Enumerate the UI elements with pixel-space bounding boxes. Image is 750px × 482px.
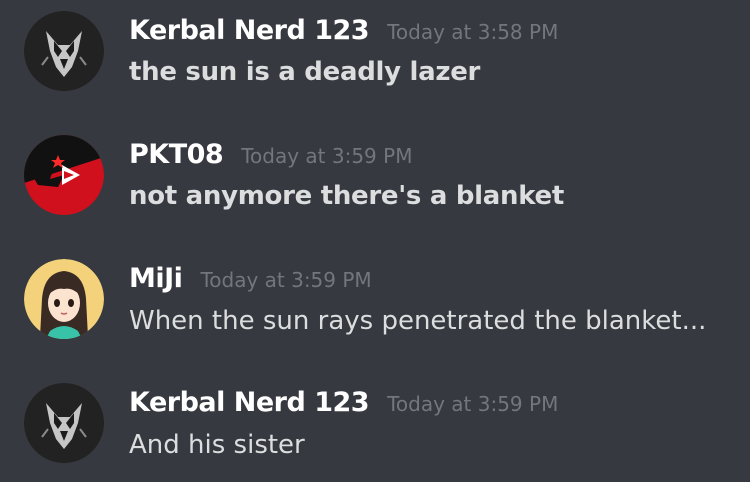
message-header: PKT08 Today at 3:59 PM	[129, 139, 412, 170]
message-text: the sun is a deadly lazer	[129, 57, 481, 87]
message-header: Kerbal Nerd 123 Today at 3:58 PM	[129, 15, 558, 46]
timestamp: Today at 3:59 PM	[387, 392, 559, 416]
avatar[interactable]	[24, 383, 104, 463]
chat-message: Kerbal Nerd 123 Today at 3:59 PM And his…	[0, 372, 750, 482]
timestamp: Today at 3:58 PM	[387, 20, 559, 44]
username[interactable]: Kerbal Nerd 123	[129, 15, 370, 46]
message-header: MiJi Today at 3:59 PM	[129, 263, 372, 294]
chat-message: MiJi Today at 3:59 PM When the sun rays …	[0, 248, 750, 358]
wolf-logo-icon	[24, 383, 104, 463]
avatar[interactable]	[24, 11, 104, 91]
message-header: Kerbal Nerd 123 Today at 3:59 PM	[129, 387, 558, 418]
anime-girl-avatar-icon	[24, 259, 104, 339]
red-play-logo-icon	[24, 135, 104, 215]
avatar[interactable]	[24, 259, 104, 339]
message-text: not anymore there's a blanket	[129, 181, 564, 211]
chat-message: Kerbal Nerd 123 Today at 3:58 PM the sun…	[0, 0, 750, 110]
username[interactable]: Kerbal Nerd 123	[129, 387, 370, 418]
wolf-logo-icon	[24, 11, 104, 91]
message-text: When the sun rays penetrated the blanket…	[129, 306, 707, 336]
timestamp: Today at 3:59 PM	[200, 268, 372, 292]
username[interactable]: PKT08	[129, 139, 224, 170]
message-text: And his sister	[129, 430, 305, 460]
chat-message: PKT08 Today at 3:59 PM not anymore there…	[0, 124, 750, 234]
username[interactable]: MiJi	[129, 263, 183, 294]
avatar[interactable]	[24, 135, 104, 215]
timestamp: Today at 3:59 PM	[241, 144, 413, 168]
